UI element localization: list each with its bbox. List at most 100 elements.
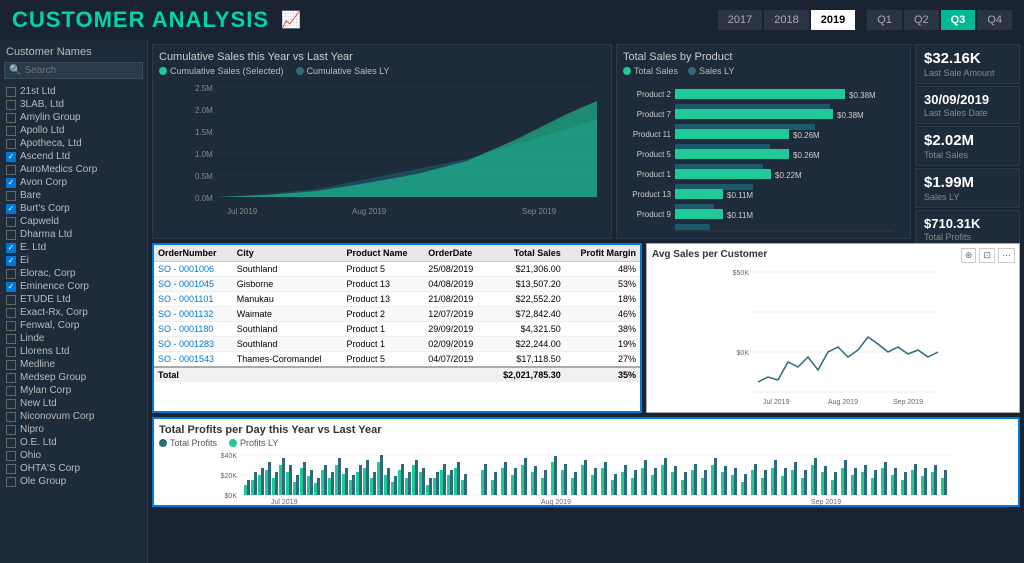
table-row[interactable]: SO - 0001132WaimateProduct 212/07/2019$7… <box>154 307 640 322</box>
checkbox[interactable] <box>6 230 16 240</box>
checkbox[interactable] <box>6 269 16 279</box>
table-cell: 29/09/2019 <box>424 322 487 337</box>
sidebar-item[interactable]: Ole Group <box>4 475 143 488</box>
checkbox[interactable]: ✓ <box>6 243 16 253</box>
sidebar-item[interactable]: Apotheca, Ltd <box>4 137 143 150</box>
checkbox[interactable] <box>6 321 16 331</box>
checkbox[interactable]: ✓ <box>6 282 16 292</box>
sidebar-item[interactable]: Capweld <box>4 215 143 228</box>
checkbox[interactable] <box>6 360 16 370</box>
sidebar-item[interactable]: Linde <box>4 332 143 345</box>
total-profits-chart: Total Profits per Day this Year vs Last … <box>152 417 1020 507</box>
table-cell: $17,118.50 <box>487 352 565 368</box>
metric-last-sale: $32.16K Last Sale Amount <box>915 44 1020 84</box>
customer-search[interactable]: 🔍 <box>4 62 143 79</box>
page-title: CUSTOMER ANALYSIS <box>12 7 269 33</box>
svg-text:Jul 2019: Jul 2019 <box>763 399 790 406</box>
year-2019-btn[interactable]: 2019 <box>811 10 855 30</box>
checkbox[interactable] <box>6 100 16 110</box>
col-product: Product Name <box>342 245 424 262</box>
checkbox[interactable]: ✓ <box>6 152 16 162</box>
checkbox[interactable] <box>6 451 16 461</box>
sidebar-item[interactable]: Dharma Ltd <box>4 228 143 241</box>
checkbox[interactable] <box>6 87 16 97</box>
checkbox[interactable]: ✓ <box>6 256 16 266</box>
checkbox[interactable]: ✓ <box>6 178 16 188</box>
table-cell: $22,244.00 <box>487 337 565 352</box>
sidebar-item[interactable]: Niconovum Corp <box>4 410 143 423</box>
table-row[interactable]: SO - 0001045GisborneProduct 1304/08/2019… <box>154 277 640 292</box>
sidebar-item[interactable]: Nipro <box>4 423 143 436</box>
sidebar-item[interactable]: 21st Ltd <box>4 85 143 98</box>
year-2018-btn[interactable]: 2018 <box>764 10 808 30</box>
sidebar-item[interactable]: Bare <box>4 189 143 202</box>
checkbox[interactable] <box>6 464 16 474</box>
sidebar-item[interactable]: AuroMedics Corp <box>4 163 143 176</box>
q3-btn[interactable]: Q3 <box>941 10 976 30</box>
checkbox[interactable] <box>6 308 16 318</box>
table-row[interactable]: SO - 0001180SouthlandProduct 129/09/2019… <box>154 322 640 337</box>
checkbox[interactable]: ✓ <box>6 204 16 214</box>
table-cell: 02/09/2019 <box>424 337 487 352</box>
filter-btn[interactable]: ⊛ <box>961 248 977 263</box>
sidebar-item[interactable]: Amylin Group <box>4 111 143 124</box>
table-row[interactable]: SO - 0001543Thames-CoromandelProduct 504… <box>154 352 640 368</box>
table-row[interactable]: SO - 0001006SouthlandProduct 525/08/2019… <box>154 262 640 277</box>
table-cell: 19% <box>565 337 640 352</box>
table-cell: 04/08/2019 <box>424 277 487 292</box>
svg-text:2.0M: 2.0M <box>195 106 213 115</box>
checkbox[interactable] <box>6 425 16 435</box>
checkbox[interactable] <box>6 113 16 123</box>
q2-btn[interactable]: Q2 <box>904 10 939 30</box>
sidebar-item[interactable]: Ohio <box>4 449 143 462</box>
sidebar-item[interactable]: 3LAB, Ltd <box>4 98 143 111</box>
checkbox[interactable] <box>6 347 16 357</box>
checkbox[interactable] <box>6 126 16 136</box>
sidebar-item-label: Medsep Group <box>20 372 86 383</box>
avg-sales-svg: $50K $0K Jul 2019 Aug 2019 Sep 2019 <box>652 262 1014 407</box>
search-input[interactable] <box>24 65 138 76</box>
sidebar-item-label: Ohio <box>20 450 41 461</box>
checkbox[interactable] <box>6 438 16 448</box>
year-2017-btn[interactable]: 2017 <box>718 10 762 30</box>
checkbox[interactable] <box>6 165 16 175</box>
table-cell: $22,552.20 <box>487 292 565 307</box>
sidebar-item-label: Bare <box>20 190 41 201</box>
sidebar-item[interactable]: Medsep Group <box>4 371 143 384</box>
sidebar-item[interactable]: Fenwal, Corp <box>4 319 143 332</box>
checkbox[interactable] <box>6 334 16 344</box>
sidebar-item[interactable]: New Ltd <box>4 397 143 410</box>
more-btn[interactable]: ⋯ <box>998 248 1015 263</box>
sidebar-item[interactable]: ✓Burt's Corp <box>4 202 143 215</box>
sidebar-item[interactable]: ✓Eminence Corp <box>4 280 143 293</box>
checkbox[interactable] <box>6 477 16 487</box>
sidebar-item[interactable]: ✓Ascend Ltd <box>4 150 143 163</box>
checkbox[interactable] <box>6 373 16 383</box>
sidebar-item-label: Nipro <box>20 424 44 435</box>
sidebar-item[interactable]: Exact-Rx, Corp <box>4 306 143 319</box>
sidebar-item[interactable]: Elorac, Corp <box>4 267 143 280</box>
sidebar-item[interactable]: ✓Ei <box>4 254 143 267</box>
table-row[interactable]: SO - 0001283SouthlandProduct 102/09/2019… <box>154 337 640 352</box>
sidebar-item[interactable]: Apollo Ltd <box>4 124 143 137</box>
checkbox[interactable] <box>6 386 16 396</box>
checkbox[interactable] <box>6 412 16 422</box>
sidebar-item[interactable]: ETUDE Ltd <box>4 293 143 306</box>
checkbox[interactable] <box>6 217 16 227</box>
sidebar-item[interactable]: O.E. Ltd <box>4 436 143 449</box>
checkbox[interactable] <box>6 399 16 409</box>
sidebar-item[interactable]: ✓E. Ltd <box>4 241 143 254</box>
sidebar-item[interactable]: Llorens Ltd <box>4 345 143 358</box>
sidebar-item[interactable]: OHTA'S Corp <box>4 462 143 475</box>
sidebar-item-label: Fenwal, Corp <box>20 320 79 331</box>
checkbox[interactable] <box>6 295 16 305</box>
q4-btn[interactable]: Q4 <box>977 10 1012 30</box>
checkbox[interactable] <box>6 139 16 149</box>
sidebar-item[interactable]: Medline <box>4 358 143 371</box>
q1-btn[interactable]: Q1 <box>867 10 902 30</box>
sidebar-item[interactable]: ✓Avon Corp <box>4 176 143 189</box>
checkbox[interactable] <box>6 191 16 201</box>
table-row[interactable]: SO - 0001101ManukauProduct 1321/08/2019$… <box>154 292 640 307</box>
expand-btn[interactable]: ⊡ <box>979 248 995 263</box>
sidebar-item[interactable]: Mylan Corp <box>4 384 143 397</box>
